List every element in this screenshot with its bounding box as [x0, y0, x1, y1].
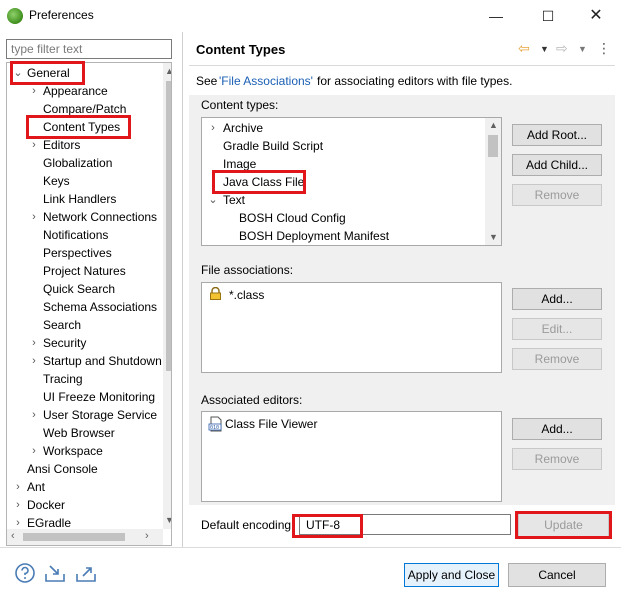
tree-item-label: Tracing: [43, 372, 83, 386]
tree-item-label: Startup and Shutdown: [43, 354, 162, 368]
add-file-association-button[interactable]: Add...: [512, 288, 602, 310]
header-divider: [189, 65, 615, 66]
minimize-button[interactable]: —: [486, 6, 506, 26]
tree-item-label: Quick Search: [43, 282, 116, 296]
collapsed-arrow-icon[interactable]: ›: [13, 478, 23, 496]
tree-item-label: Network Connections: [43, 210, 158, 224]
tree-item-label: Search: [43, 318, 82, 332]
collapsed-arrow-icon[interactable]: ›: [29, 208, 39, 226]
more-options-icon[interactable]: ⋮: [597, 40, 611, 57]
scroll-right-icon[interactable]: ›: [145, 530, 149, 542]
content-type-label: Archive: [223, 121, 264, 135]
tree-item-label: Keys: [43, 174, 70, 188]
collapsed-arrow-icon[interactable]: ›: [29, 334, 39, 352]
lock-icon: [210, 287, 221, 300]
scroll-thumb[interactable]: [488, 135, 498, 157]
tree-item-label: Schema Associations: [43, 300, 158, 314]
content-type-label: Gradle Build Script: [223, 139, 324, 153]
highlight-java-class-file: [212, 170, 306, 194]
collapsed-arrow-icon[interactable]: ›: [29, 442, 39, 460]
add-root-button[interactable]: Add Root...: [512, 124, 602, 146]
tree-item-label: Notifications: [43, 228, 109, 242]
maximize-button[interactable]: ☐: [538, 6, 558, 26]
cancel-button[interactable]: Cancel: [508, 563, 606, 587]
highlight-content-types: [26, 115, 131, 139]
tree-item-label: Ant: [27, 480, 46, 494]
file-association-item[interactable]: *.class: [229, 288, 264, 302]
help-icon[interactable]: [14, 562, 36, 584]
forward-arrow-icon[interactable]: ⇨: [556, 40, 568, 57]
tree-item-label: Workspace: [43, 444, 103, 458]
back-arrow-icon[interactable]: ⇦: [518, 40, 530, 57]
edit-file-association-button[interactable]: Edit...: [512, 318, 602, 340]
tree-item-label: Ansi Console: [27, 462, 98, 476]
add-child-button[interactable]: Add Child...: [512, 154, 602, 176]
import-icon[interactable]: [44, 562, 66, 584]
footer-divider: [0, 547, 621, 548]
add-editor-button[interactable]: Add...: [512, 418, 602, 440]
scroll-up-icon[interactable]: ▲: [165, 66, 171, 76]
export-icon[interactable]: [75, 562, 97, 584]
tree-horizontal-scrollbar[interactable]: ‹ ›: [7, 529, 163, 545]
editor-item[interactable]: Class File Viewer: [225, 417, 317, 431]
tree-item-label: Security: [43, 336, 87, 350]
window-title: Preferences: [29, 8, 94, 22]
highlight-general: [10, 61, 85, 85]
forward-menu-dropdown-icon[interactable]: ▼: [578, 44, 587, 54]
page-title: Content Types: [196, 42, 286, 57]
tree-item-label: Web Browser: [43, 426, 115, 440]
default-encoding-label: Default encoding:: [201, 518, 295, 532]
content-type-label: BOSH Deployment Manifest: [239, 229, 390, 243]
tree-item-label: Docker: [27, 498, 66, 512]
scroll-thumb[interactable]: [23, 533, 125, 541]
collapsed-arrow-icon[interactable]: ›: [208, 119, 218, 137]
scroll-up-icon[interactable]: ▲: [489, 120, 498, 130]
content-types-scrollbar[interactable]: ▲ ▼: [485, 118, 501, 245]
svg-text:010: 010: [210, 425, 219, 431]
remove-file-association-button[interactable]: Remove: [512, 348, 602, 370]
collapsed-arrow-icon[interactable]: ›: [29, 406, 39, 424]
associated-editors-label: Associated editors:: [201, 393, 303, 407]
content-types-label: Content types:: [201, 98, 279, 112]
scroll-down-icon[interactable]: ▼: [165, 515, 171, 525]
associated-editors-list: 010 Class File Viewer: [201, 411, 502, 502]
highlight-encoding: [292, 514, 363, 538]
tree-item-label: Perspectives: [43, 246, 112, 260]
tree-item-label: User Storage Service: [43, 408, 158, 422]
scroll-thumb[interactable]: [166, 81, 171, 371]
see-prefix-text: See: [196, 74, 218, 88]
file-associations-list: *.class: [201, 282, 502, 373]
tree-vertical-scrollbar[interactable]: ▲ ▼: [163, 63, 171, 529]
remove-editor-button[interactable]: Remove: [512, 448, 602, 470]
tree-item-label: Link Handlers: [43, 192, 117, 206]
close-button[interactable]: ✕: [586, 6, 606, 26]
file-associations-link[interactable]: 'File Associations': [219, 74, 313, 88]
content-type-label: BOSH Cloud Config: [239, 211, 346, 225]
filter-input[interactable]: [6, 39, 172, 59]
tree-item-label: UI Freeze Monitoring: [43, 390, 156, 404]
file-associations-label: File associations:: [201, 263, 294, 277]
tree-item-label: Project Natures: [43, 264, 126, 278]
scroll-down-icon[interactable]: ▼: [489, 232, 498, 242]
see-suffix-text: for associating editors with file types.: [317, 74, 513, 88]
collapsed-arrow-icon[interactable]: ›: [29, 352, 39, 370]
remove-content-type-button[interactable]: Remove: [512, 184, 602, 206]
collapsed-arrow-icon[interactable]: ›: [13, 496, 23, 514]
back-menu-dropdown-icon[interactable]: ▼: [540, 44, 549, 54]
class-file-icon: 010: [208, 416, 222, 432]
highlight-update: [515, 511, 612, 539]
apply-and-close-button[interactable]: Apply and Close: [404, 563, 499, 587]
tree-item-label: Globalization: [43, 156, 113, 170]
eclipse-app-icon: [7, 8, 23, 24]
scroll-left-icon[interactable]: ‹: [11, 530, 15, 542]
